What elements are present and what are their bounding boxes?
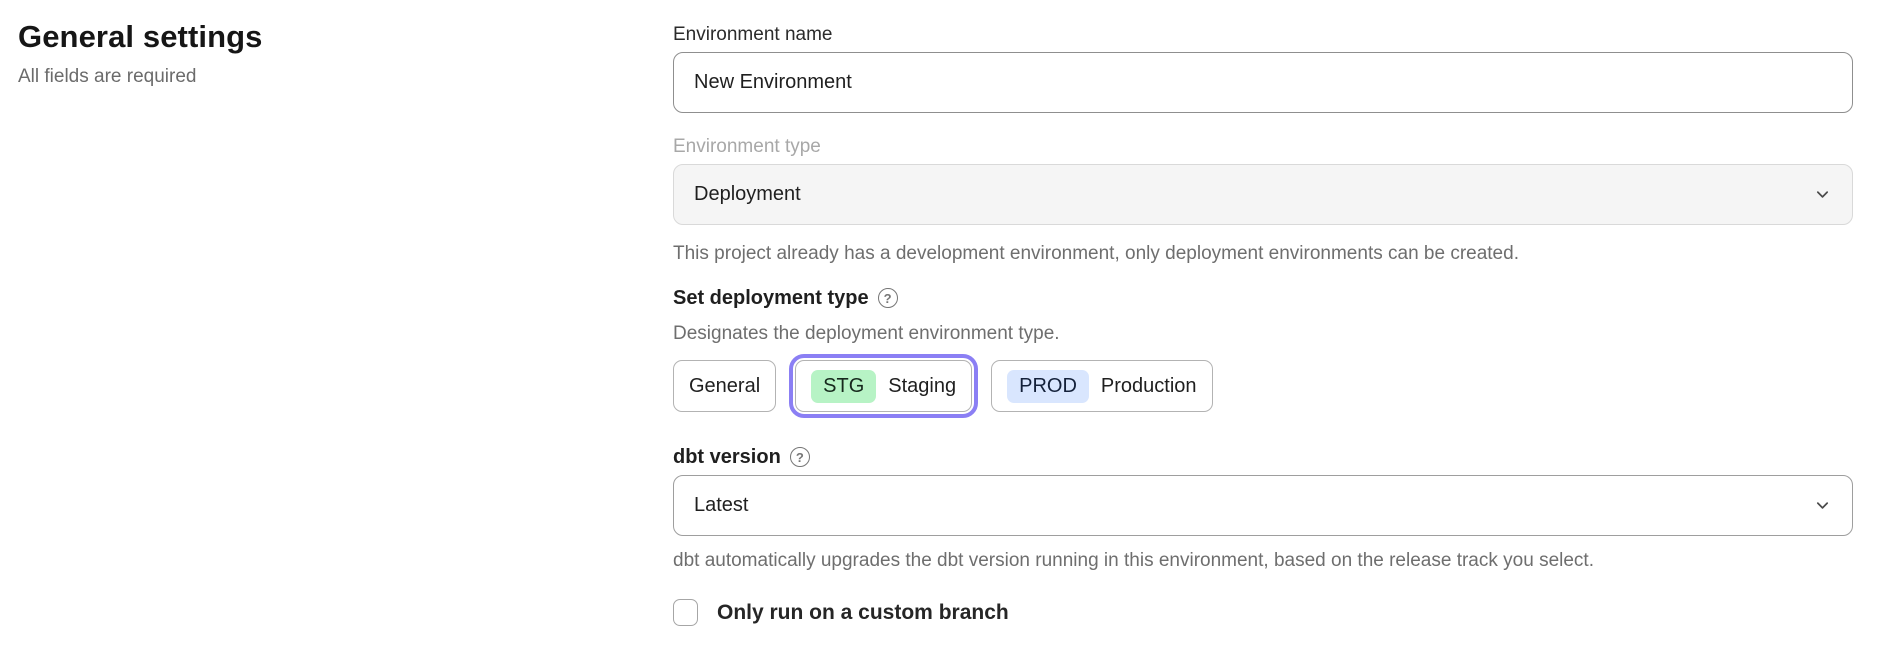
- deployment-type-option-production[interactable]: PROD Production: [991, 360, 1212, 412]
- help-icon[interactable]: ?: [878, 288, 898, 308]
- production-badge: PROD: [1007, 370, 1089, 403]
- chevron-down-icon: [1815, 187, 1830, 202]
- dbt-version-heading-row: dbt version ?: [673, 445, 1853, 469]
- page-title: General settings: [18, 18, 638, 56]
- option-label: Production: [1101, 375, 1197, 398]
- dbt-version-value: Latest: [694, 494, 1815, 517]
- section-header: General settings All fields are required: [18, 18, 638, 89]
- dbt-version-helper: dbt automatically upgrades the dbt versi…: [673, 550, 1853, 572]
- environment-form: Environment name Environment type Deploy…: [673, 24, 1853, 626]
- page-subtitle: All fields are required: [18, 65, 638, 89]
- environment-name-label: Environment name: [673, 24, 1853, 46]
- environment-type-helper: This project already has a development e…: [673, 243, 1853, 265]
- deployment-type-heading: Set deployment type: [673, 286, 869, 310]
- chevron-down-icon: [1815, 498, 1830, 513]
- staging-badge: STG: [811, 370, 876, 403]
- deployment-type-option-staging[interactable]: STG Staging: [795, 360, 972, 412]
- environment-name-input[interactable]: [673, 52, 1853, 113]
- custom-branch-row: Only run on a custom branch: [673, 599, 1853, 626]
- custom-branch-checkbox[interactable]: [673, 599, 698, 626]
- dbt-version-heading: dbt version: [673, 445, 781, 469]
- deployment-type-heading-row: Set deployment type ?: [673, 286, 1853, 310]
- environment-type-select: Deployment: [673, 164, 1853, 225]
- deployment-type-option-general[interactable]: General: [673, 360, 776, 412]
- dbt-version-select[interactable]: Latest: [673, 475, 1853, 536]
- option-label: Staging: [888, 375, 956, 398]
- general-settings-page: General settings All fields are required…: [0, 0, 1888, 660]
- deployment-type-helper: Designates the deployment environment ty…: [673, 323, 1853, 345]
- environment-type-value: Deployment: [694, 183, 1815, 206]
- environment-type-label: Environment type: [673, 136, 1853, 158]
- custom-branch-label[interactable]: Only run on a custom branch: [717, 601, 1009, 625]
- deployment-type-options: General STG Staging PROD Production: [673, 360, 1853, 412]
- help-icon[interactable]: ?: [790, 447, 810, 467]
- option-label: General: [689, 375, 760, 398]
